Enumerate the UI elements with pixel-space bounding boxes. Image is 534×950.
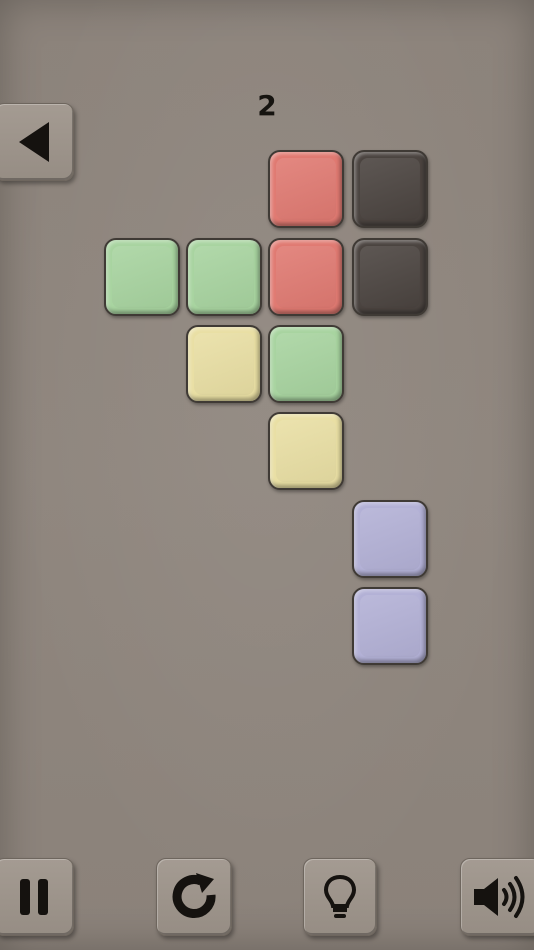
tile-red[interactable] [268, 238, 344, 316]
tile-yellow[interactable] [186, 325, 262, 403]
tile-purple[interactable] [352, 500, 428, 578]
lightbulb-icon [323, 874, 357, 918]
speaker-icon [474, 876, 525, 918]
tile-green[interactable] [186, 238, 262, 316]
pause-button[interactable] [0, 858, 74, 936]
triangle-left-icon [19, 122, 49, 162]
restart-icon [172, 873, 216, 918]
restart-button[interactable] [156, 858, 232, 936]
tile-purple[interactable] [352, 587, 428, 665]
tile-green[interactable] [104, 238, 180, 316]
back-button[interactable] [0, 103, 74, 181]
tile-green[interactable] [268, 325, 344, 403]
game-screen: 2 [0, 0, 534, 950]
level-number: 2 [257, 89, 277, 122]
hint-button[interactable] [303, 858, 377, 936]
pause-icon [20, 879, 48, 915]
tile-dark[interactable] [352, 238, 428, 316]
tile-dark[interactable] [352, 150, 428, 228]
sound-button[interactable] [460, 858, 534, 936]
tile-red[interactable] [268, 150, 344, 228]
tile-yellow[interactable] [268, 412, 344, 490]
